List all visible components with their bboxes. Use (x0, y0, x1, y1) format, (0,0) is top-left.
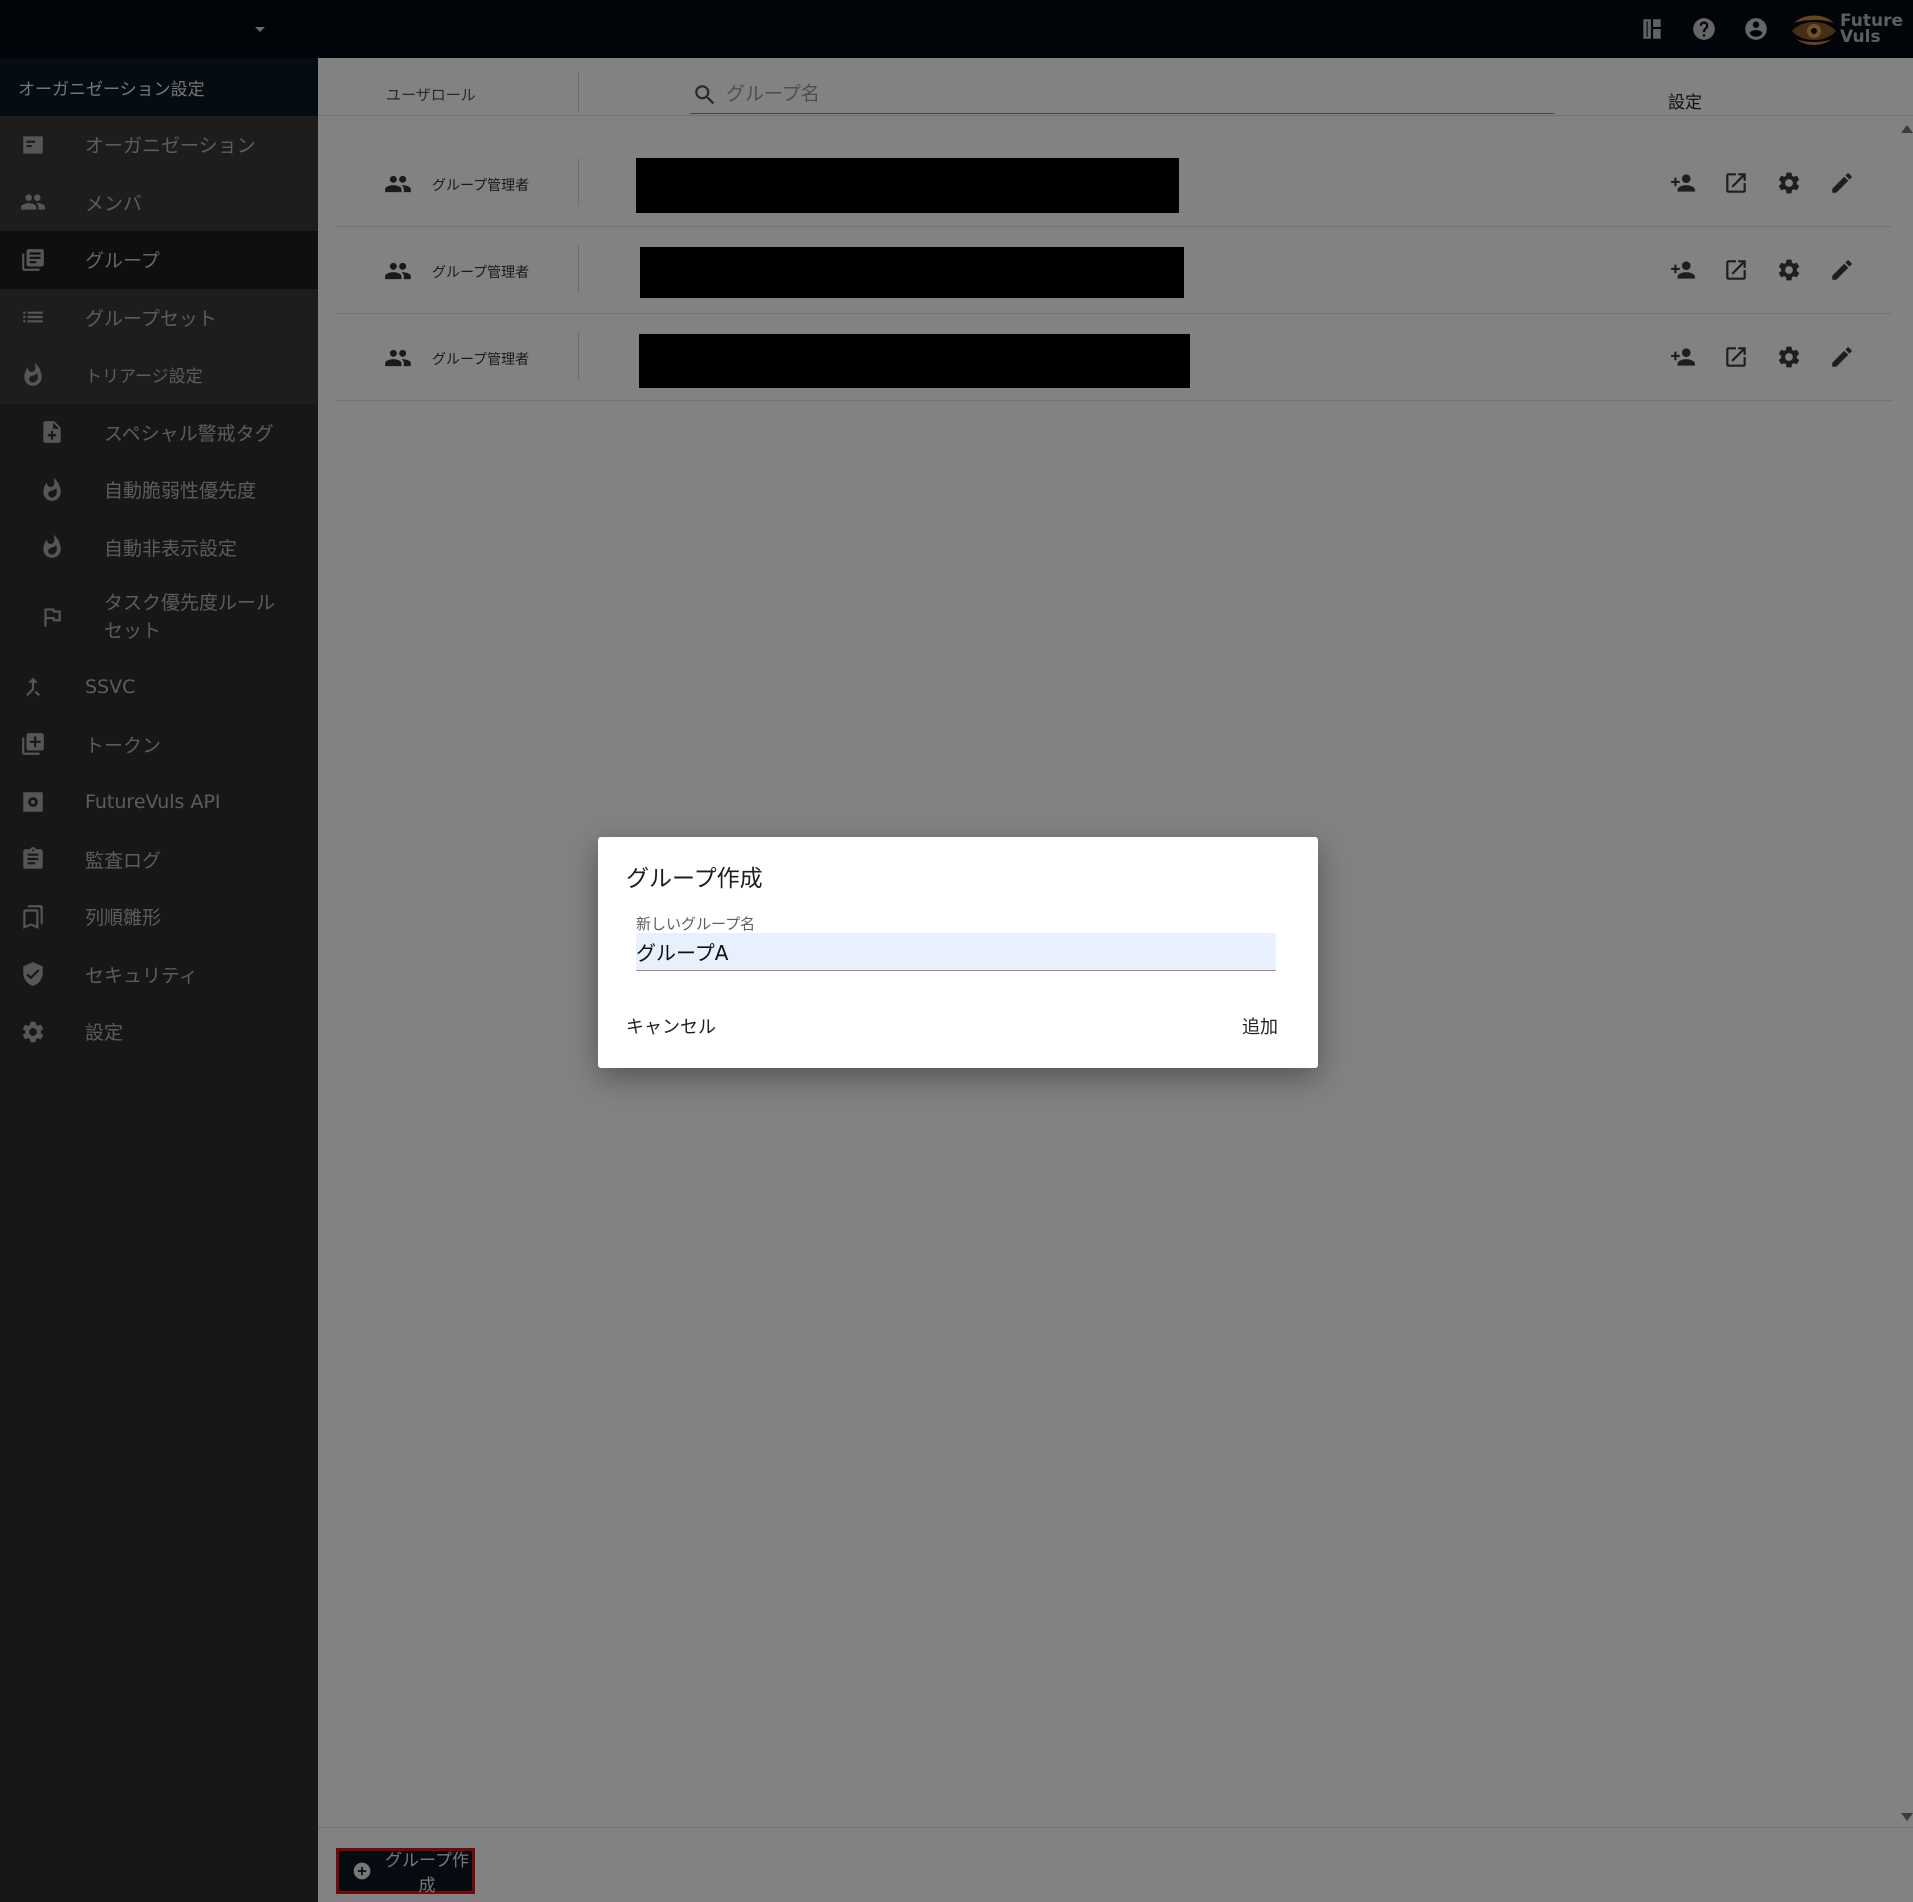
add-button[interactable]: 追加 (1242, 1013, 1278, 1039)
group-name-label: 新しいグループ名 (636, 915, 756, 933)
dialog-title: グループ作成 (626, 866, 763, 892)
group-name-input[interactable] (636, 933, 1276, 971)
cancel-button[interactable]: キャンセル (626, 1013, 716, 1039)
create-group-dialog: グループ作成 新しいグループ名 キャンセル 追加 (598, 837, 1318, 1068)
